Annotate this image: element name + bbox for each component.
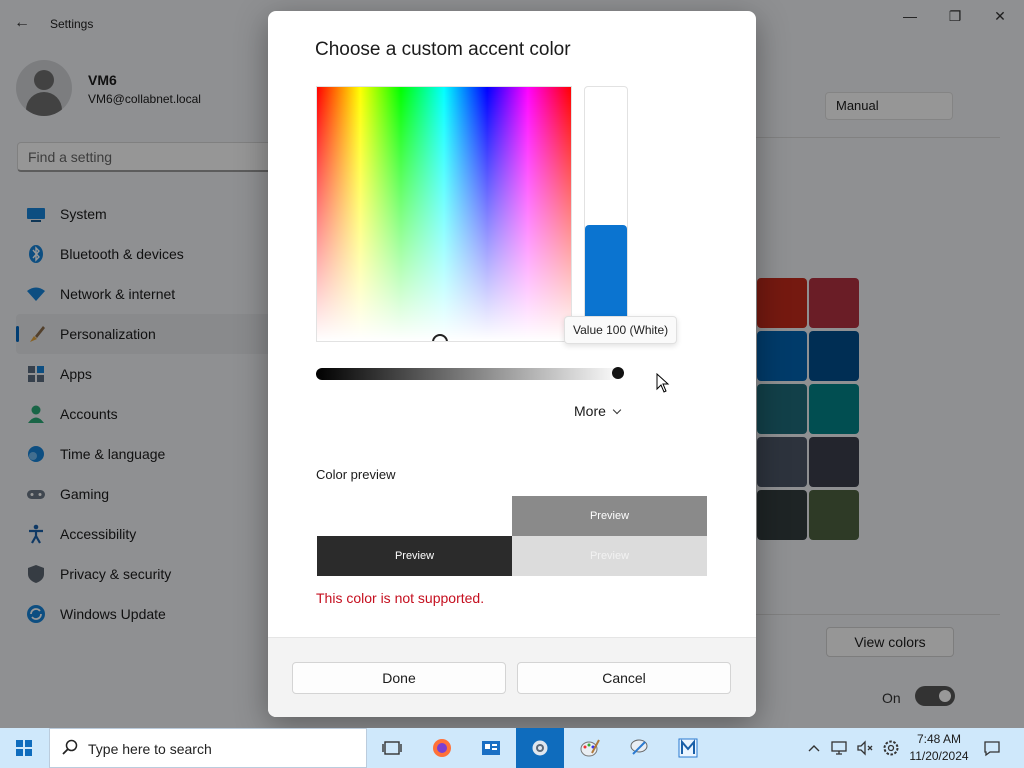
firefox-icon <box>433 739 451 757</box>
settings-app-icon <box>532 740 548 756</box>
dialog-footer: Done Cancel <box>268 637 756 717</box>
taskbar-firefox[interactable] <box>418 728 466 768</box>
preview-dark-mode: Preview <box>317 536 512 576</box>
value-bar[interactable] <box>584 86 628 326</box>
unsupported-color-error: This color is not supported. <box>316 590 485 606</box>
task-view-icon <box>382 741 402 755</box>
taskbar-clock[interactable]: 7:48 AM 11/20/2024 <box>904 731 974 765</box>
app-icon <box>630 739 648 755</box>
volume-muted-icon[interactable] <box>856 739 874 757</box>
value-slider-thumb[interactable] <box>612 367 624 379</box>
chevron-up-icon[interactable] <box>806 740 822 756</box>
taskbar-file-explorer[interactable] <box>467 728 515 768</box>
notification-icon[interactable] <box>983 739 1001 757</box>
taskbar-paint[interactable] <box>566 728 614 768</box>
taskbar: Type here to search 7:48 AM 11/20/2024 <box>0 728 1024 768</box>
clock-date: 11/20/2024 <box>909 749 969 763</box>
more-label: More <box>574 403 606 419</box>
color-preview-label: Color preview <box>316 467 396 482</box>
done-button[interactable]: Done <box>292 662 506 694</box>
cancel-button[interactable]: Cancel <box>517 662 731 694</box>
clock-time: 7:48 AM <box>916 732 962 746</box>
windows-logo-icon <box>16 740 32 756</box>
network-tray-icon[interactable] <box>830 739 848 757</box>
spectrum-handle[interactable] <box>432 334 448 341</box>
color-spectrum[interactable] <box>316 86 572 342</box>
file-explorer-icon <box>482 741 500 755</box>
taskbar-search-placeholder: Type here to search <box>88 741 212 757</box>
gear-icon[interactable] <box>882 739 900 757</box>
dialog-title: Choose a custom accent color <box>315 39 571 60</box>
value-tooltip: Value 100 (White) <box>564 316 678 344</box>
value-slider[interactable] <box>316 368 624 380</box>
search-icon <box>62 739 78 755</box>
more-button[interactable]: More <box>574 403 622 419</box>
chevron-down-icon <box>612 405 622 415</box>
value-bar-fill <box>585 225 627 325</box>
preview-light-mode: Preview <box>512 536 707 576</box>
taskbar-settings[interactable] <box>516 728 564 768</box>
m-app-icon <box>678 738 698 758</box>
taskbar-m-app[interactable] <box>664 728 712 768</box>
mouse-cursor-icon <box>656 373 670 393</box>
task-view-button[interactable] <box>368 728 416 768</box>
preview-light-accent: Preview <box>512 496 707 536</box>
taskbar-app[interactable] <box>615 728 663 768</box>
custom-accent-color-dialog: Choose a custom accent color Value 100 (… <box>268 11 756 717</box>
paint-icon <box>580 739 600 757</box>
start-button[interactable] <box>0 728 48 768</box>
taskbar-search-box[interactable]: Type here to search <box>49 728 367 768</box>
